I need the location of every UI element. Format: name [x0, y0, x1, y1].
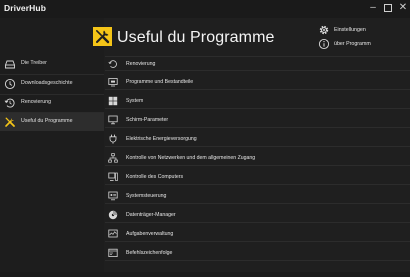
windows-icon — [108, 96, 118, 106]
terminal-icon — [108, 248, 118, 258]
programs-icon — [108, 78, 118, 87]
tool-item-befehl[interactable]: Befehlszeichenfolge — [105, 246, 410, 261]
sidebar-item-label: Downloadsgeschichte — [21, 80, 73, 86]
tools-list: Renovierung Programme und Bestandteile S… — [105, 56, 410, 266]
tool-item-label: Kontrolle des Computers — [126, 174, 184, 180]
monitor-icon — [108, 115, 118, 125]
settings-label: Einstellungen — [334, 27, 366, 33]
settings-button[interactable]: Einstellungen — [318, 24, 398, 38]
tool-item-systemsteuerung[interactable]: Systemsteuerung — [105, 189, 410, 204]
sidebar-item-treiber[interactable]: Die Treiber — [0, 55, 104, 73]
tool-item-label: Systemsteuerung — [126, 193, 167, 199]
tool-item-energie[interactable]: Elektrische Energieversorgung — [105, 132, 410, 147]
tool-item-label: Datenträger-Manager — [126, 212, 176, 218]
disk-icon — [108, 210, 118, 220]
sidebar-item-label: Useful du Programme — [21, 118, 73, 124]
title-bar: DriverHub – ✕ — [0, 0, 410, 18]
app-title: DriverHub — [4, 3, 46, 13]
sidebar-item-label: Die Treiber — [21, 60, 47, 66]
restore-icon — [4, 98, 15, 108]
about-button[interactable]: über Programm — [318, 38, 398, 52]
info-icon — [318, 38, 330, 50]
tool-item-system[interactable]: System — [105, 94, 410, 109]
tool-item-label: System — [126, 98, 144, 104]
plug-icon — [109, 134, 117, 144]
minimize-button[interactable]: – — [366, 1, 380, 15]
maximize-icon — [384, 4, 392, 12]
sidebar: Die Treiber Downloadsgeschichte Renovier… — [0, 18, 104, 277]
tools-icon — [93, 27, 112, 46]
tools-icon — [5, 117, 15, 127]
tool-item-programme[interactable]: Programme und Bestandteile — [105, 75, 410, 90]
tool-item-label: Kontrolle von Netzwerken und dem allgeme… — [126, 155, 256, 161]
tool-item-label: Schirm-Parameter — [126, 117, 169, 123]
close-button[interactable]: ✕ — [396, 1, 410, 15]
tool-item-aufgaben[interactable]: Aufgabenverwaltung — [105, 227, 410, 242]
driver-tray-icon — [5, 60, 15, 69]
page-title: Useful du Programme — [117, 29, 275, 46]
bottom-bar — [0, 272, 410, 277]
tool-item-label: Renovierung — [126, 61, 156, 67]
tool-item-label: Befehlszeichenfolge — [126, 250, 173, 256]
sidebar-item-downloads[interactable]: Downloadsgeschichte — [0, 75, 104, 93]
restore-icon — [108, 60, 117, 68]
tool-item-computer[interactable]: Kontrolle des Computers — [105, 170, 410, 185]
computer-icon — [108, 172, 118, 181]
sidebar-item-renovierung[interactable]: Renovierung — [0, 94, 104, 112]
task-manager-icon — [108, 229, 118, 238]
tool-item-renovierung[interactable]: Renovierung — [105, 56, 410, 71]
sidebar-item-useful-programme[interactable]: Useful du Programme — [0, 113, 104, 131]
tool-item-label: Elektrische Energieversorgung — [126, 136, 197, 142]
about-label: über Programm — [334, 41, 371, 47]
clock-icon — [4, 78, 16, 90]
tool-item-label: Programme und Bestandteile — [126, 79, 194, 85]
network-icon — [108, 153, 118, 163]
maximize-button[interactable] — [381, 1, 395, 15]
sidebar-item-label: Renovierung — [21, 99, 52, 105]
tool-item-netzwerk[interactable]: Kontrolle von Netzwerken und dem allgeme… — [105, 151, 410, 166]
gear-icon — [319, 25, 329, 35]
control-panel-icon — [108, 191, 118, 201]
tool-item-label: Aufgabenverwaltung — [126, 231, 174, 237]
tool-item-datentraeger[interactable]: Datenträger-Manager — [105, 208, 410, 223]
tool-item-schirm[interactable]: Schirm-Parameter — [105, 113, 410, 128]
